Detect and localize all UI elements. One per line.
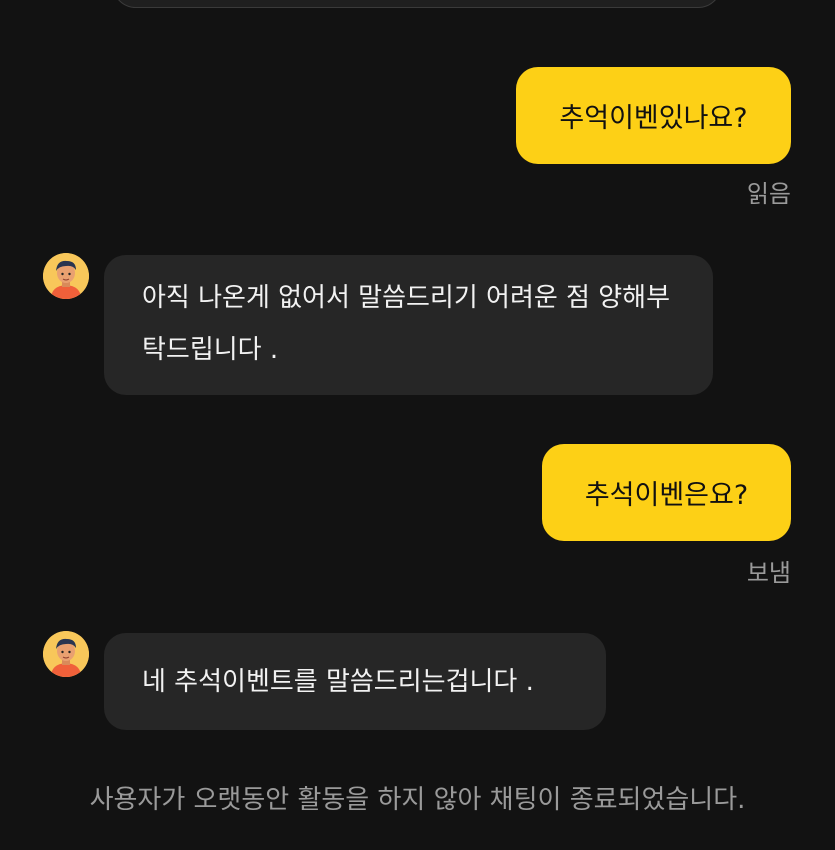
message-status-read: 읽음: [746, 180, 791, 208]
message-text: 추석이벤은요?: [584, 480, 749, 511]
outgoing-message-bubble: 추석이벤은요?: [542, 444, 791, 541]
message-text: 네 추석이벤트를 말씀드리는겁니다 .: [142, 666, 534, 697]
person-icon: [43, 253, 89, 299]
previous-message-bubble: [112, 0, 722, 8]
outgoing-message-bubble: 추억이벤있나요?: [516, 67, 791, 164]
chat-ended-notice: 사용자가 오랫동안 활동을 하지 않아 채팅이 종료되었습니다.: [89, 785, 746, 815]
person-icon: [43, 631, 89, 677]
chat-screen: 추억이벤있나요? 읽음 아직 나온게 없어서 말씀드리기 어려운 점 양해부탁드…: [0, 0, 835, 850]
message-status-sent: 보냄: [746, 559, 791, 587]
message-text: 아직 나온게 없어서 말씀드리기 어려운 점 양해부탁드립니다 .: [142, 283, 670, 365]
agent-avatar: [43, 253, 89, 299]
incoming-message-bubble: 아직 나온게 없어서 말씀드리기 어려운 점 양해부탁드립니다 .: [104, 255, 713, 395]
agent-avatar: [43, 631, 89, 677]
incoming-message-bubble: 네 추석이벤트를 말씀드리는겁니다 .: [104, 633, 606, 730]
message-text: 추억이벤있나요?: [559, 103, 748, 134]
